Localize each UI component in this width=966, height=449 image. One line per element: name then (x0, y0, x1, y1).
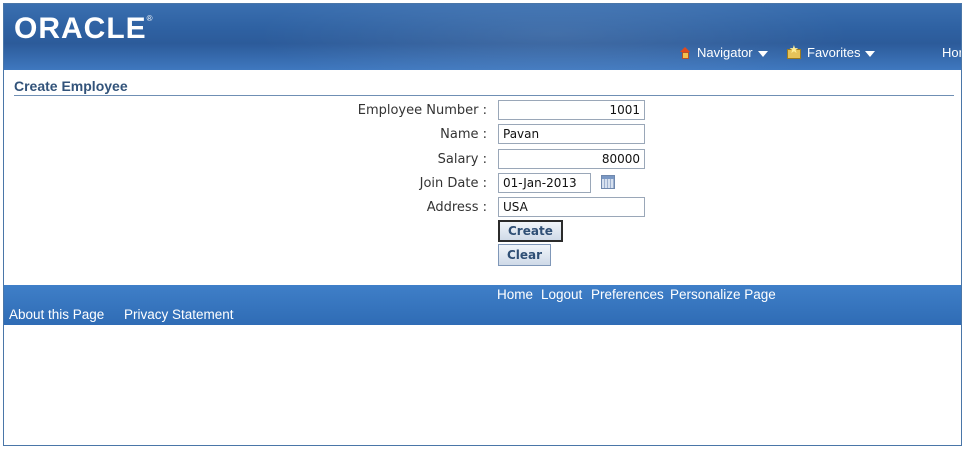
address-row: Address : (4, 197, 961, 219)
join-date-field[interactable] (498, 173, 591, 193)
favorites-folder-icon: ★ (787, 44, 801, 59)
clear-button[interactable]: Clear (498, 244, 552, 266)
oracle-logo: ORACLE® (14, 12, 154, 46)
employee-number-label: Employee Number : (357, 103, 487, 118)
navigator-menu[interactable]: Navigator (680, 45, 768, 60)
chevron-down-icon (757, 50, 768, 57)
create-button[interactable]: Create (498, 220, 563, 242)
employee-number-row: Employee Number : (4, 100, 961, 122)
footer-link-personalize-page[interactable]: Personalize Page (670, 287, 776, 302)
logo-text: ORACLE (14, 12, 147, 45)
favorites-menu[interactable]: ★ Favorites (787, 44, 876, 60)
footer-link-logout[interactable]: Logout (541, 287, 582, 302)
footer-link-home[interactable]: Home (497, 287, 533, 302)
house-icon (680, 46, 691, 59)
favorites-label: Favorites (807, 45, 861, 60)
address-label: Address : (426, 200, 487, 215)
name-label: Name : (440, 127, 487, 142)
salary-label: Salary : (437, 152, 487, 167)
calendar-icon[interactable] (601, 175, 615, 189)
logo-mark: ® (146, 14, 154, 23)
header-decoration (204, 4, 904, 70)
footer-link-about-this-page[interactable]: About this Page (9, 307, 104, 322)
name-row: Name : (4, 124, 961, 146)
join-date-label: Join Date : (419, 176, 487, 191)
navigator-label: Navigator (697, 45, 753, 60)
chevron-down-icon (865, 50, 876, 57)
footer-link-preferences[interactable]: Preferences (591, 287, 664, 302)
app-window: ORACLE® Navigator ★ Favorites Hor Create… (3, 3, 962, 446)
salary-field[interactable] (498, 149, 645, 169)
salary-row: Salary : (4, 149, 961, 171)
home-link[interactable]: Hor (942, 45, 961, 60)
address-field[interactable] (498, 197, 645, 217)
page-title: Create Employee (14, 78, 954, 96)
join-date-row: Join Date : (4, 173, 961, 195)
footer-link-privacy-statement[interactable]: Privacy Statement (124, 307, 234, 322)
global-header: ORACLE® Navigator ★ Favorites Hor (4, 4, 961, 70)
footer-bar: Home Logout Preferences Personalize Page… (4, 285, 961, 325)
employee-number-field[interactable] (498, 100, 645, 120)
home-label: Hor (942, 45, 961, 60)
name-field[interactable] (498, 124, 645, 144)
